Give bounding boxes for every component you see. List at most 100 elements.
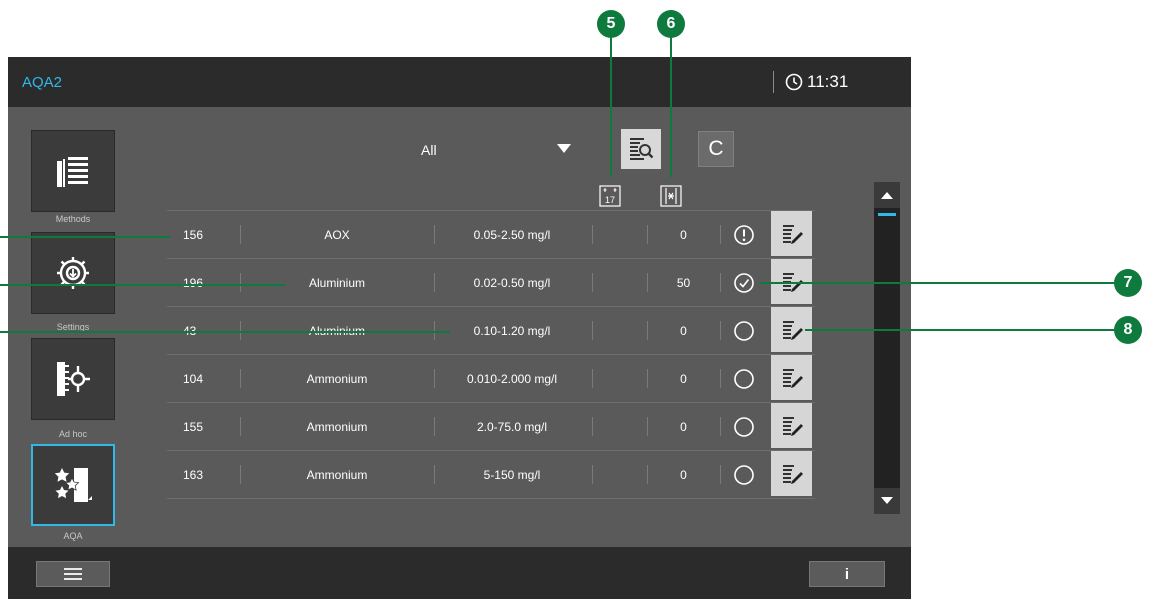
column-divider [434,273,435,292]
edit-method-button[interactable] [771,355,812,400]
callout-6: 6 [657,10,685,38]
column-divider [720,465,721,484]
callout-5-leader [610,37,612,177]
info-button[interactable]: i [809,561,885,587]
empty-circle-icon [734,464,754,485]
edit-icon [782,464,803,484]
column-divider [720,225,721,244]
method-range: 0.05-2.50 mg/l [473,227,551,242]
method-range: 0.10-1.20 mg/l [473,323,551,338]
table-row[interactable]: 155 Ammonium 2.0-75.0 mg/l 0 [167,402,815,450]
callout-8-leader [805,329,1118,331]
edit-icon [782,416,803,436]
clock-time: 11:31 [807,72,849,91]
column-divider [434,225,435,244]
callout-7-leader [760,282,1118,284]
table-row[interactable]: 104 Ammonium 0.010-2.000 mg/l 0 [167,354,815,402]
measurement-count: 0 [680,227,687,242]
method-number: 163 [183,467,204,482]
column-divider [240,465,241,484]
method-name: AOX [324,227,350,242]
empty-circle-icon [734,320,754,341]
edit-method-button[interactable] [771,451,812,496]
chevron-down-icon[interactable] [557,144,571,153]
gear-icon [57,257,89,289]
column-divider [720,321,721,340]
method-range: 0.010-2.000 mg/l [466,371,558,386]
method-number: 155 [183,419,204,434]
status-indicator [727,259,761,306]
method-name: Ammonium [306,467,368,482]
scrollbar-thumb[interactable] [878,213,896,216]
scroll-down-button[interactable] [874,488,900,514]
measurement-count: 0 [680,467,687,482]
empty-circle-icon [734,416,754,437]
column-divider [434,369,435,388]
menu-button[interactable] [36,561,110,587]
clock-divider [773,71,774,93]
measurement-count: 0 [680,419,687,434]
column-divider [592,225,593,244]
device-screen: AQA2 11:31 Methods Settings Ad hoc AQA A… [8,57,911,599]
measurement-count: 0 [680,323,687,338]
callout-6-leader [670,37,672,177]
sidebar-item-label: Ad hoc [58,429,88,439]
chevron-up-icon [881,192,893,199]
sidebar-item-aqa[interactable] [31,444,115,526]
search-list-button[interactable] [621,129,661,169]
callout-8: 8 [1114,316,1142,344]
ad-hoc-icon [57,362,90,396]
warning-icon [734,224,754,245]
method-number: 104 [183,371,204,386]
column-divider [240,225,241,244]
sort-number-label: 17 [605,195,615,205]
method-name: Ammonium [306,371,368,386]
filter-dropdown-value[interactable]: All [421,142,437,158]
method-table: 156 AOX 0.05-2.50 mg/l 0 196 Aluminium 0.02-0.… [167,210,815,499]
edit-method-button[interactable] [771,403,812,448]
edit-icon [782,368,803,388]
checkmark-icon [734,272,754,293]
table-row[interactable]: 163 Ammonium 5-150 mg/l 0 [167,450,815,499]
aqa-icon [54,468,92,502]
hamburger-icon [64,568,82,580]
sidebar-item-ad-hoc[interactable] [31,338,115,420]
sidebar-item-label: Methods [55,214,91,224]
callout-7: 7 [1114,269,1142,297]
table-row[interactable]: 156 AOX 0.05-2.50 mg/l 0 [167,210,815,258]
edit-icon [782,224,803,244]
edit-method-button[interactable] [771,211,812,256]
sort-range-button[interactable] [660,185,682,207]
bottom-bar: i [8,547,911,599]
column-divider [592,369,593,388]
leader-line-id [0,236,170,238]
sidebar-item-settings[interactable] [31,232,115,314]
measurement-count: 50 [676,275,691,290]
clear-button[interactable]: C [698,131,734,167]
sidebar-item-methods[interactable] [31,130,115,212]
status-indicator [727,307,761,354]
measurement-count: 0 [680,371,687,386]
method-name: Ammonium [306,419,368,434]
method-range: 2.0-75.0 mg/l [476,419,548,434]
column-divider [434,465,435,484]
table-row[interactable]: 43Aluminium0.10-1.20 mg/l0 [167,306,815,354]
column-divider [720,273,721,292]
sort-number-button[interactable]: 17 [599,185,621,207]
leader-line-range [0,331,450,333]
scroll-up-button[interactable] [874,182,900,208]
method-range: 5-150 mg/l [483,467,541,482]
clock: 11:31 [785,72,848,92]
column-divider [592,465,593,484]
table-row[interactable]: 196 Aluminium 0.02-0.50 mg/l 50 [167,258,815,306]
top-bar: AQA2 11:31 [8,57,911,107]
empty-circle-icon [734,368,754,389]
sidebar-item-label: AQA [63,531,83,541]
clock-icon [785,73,803,91]
method-number: 196 [183,275,204,290]
method-name: Aluminium [308,275,365,290]
edit-icon [782,320,803,340]
sort-number-icon: 17 [599,185,621,207]
scrollbar-track[interactable] [874,182,900,514]
leader-line-name [0,284,285,286]
